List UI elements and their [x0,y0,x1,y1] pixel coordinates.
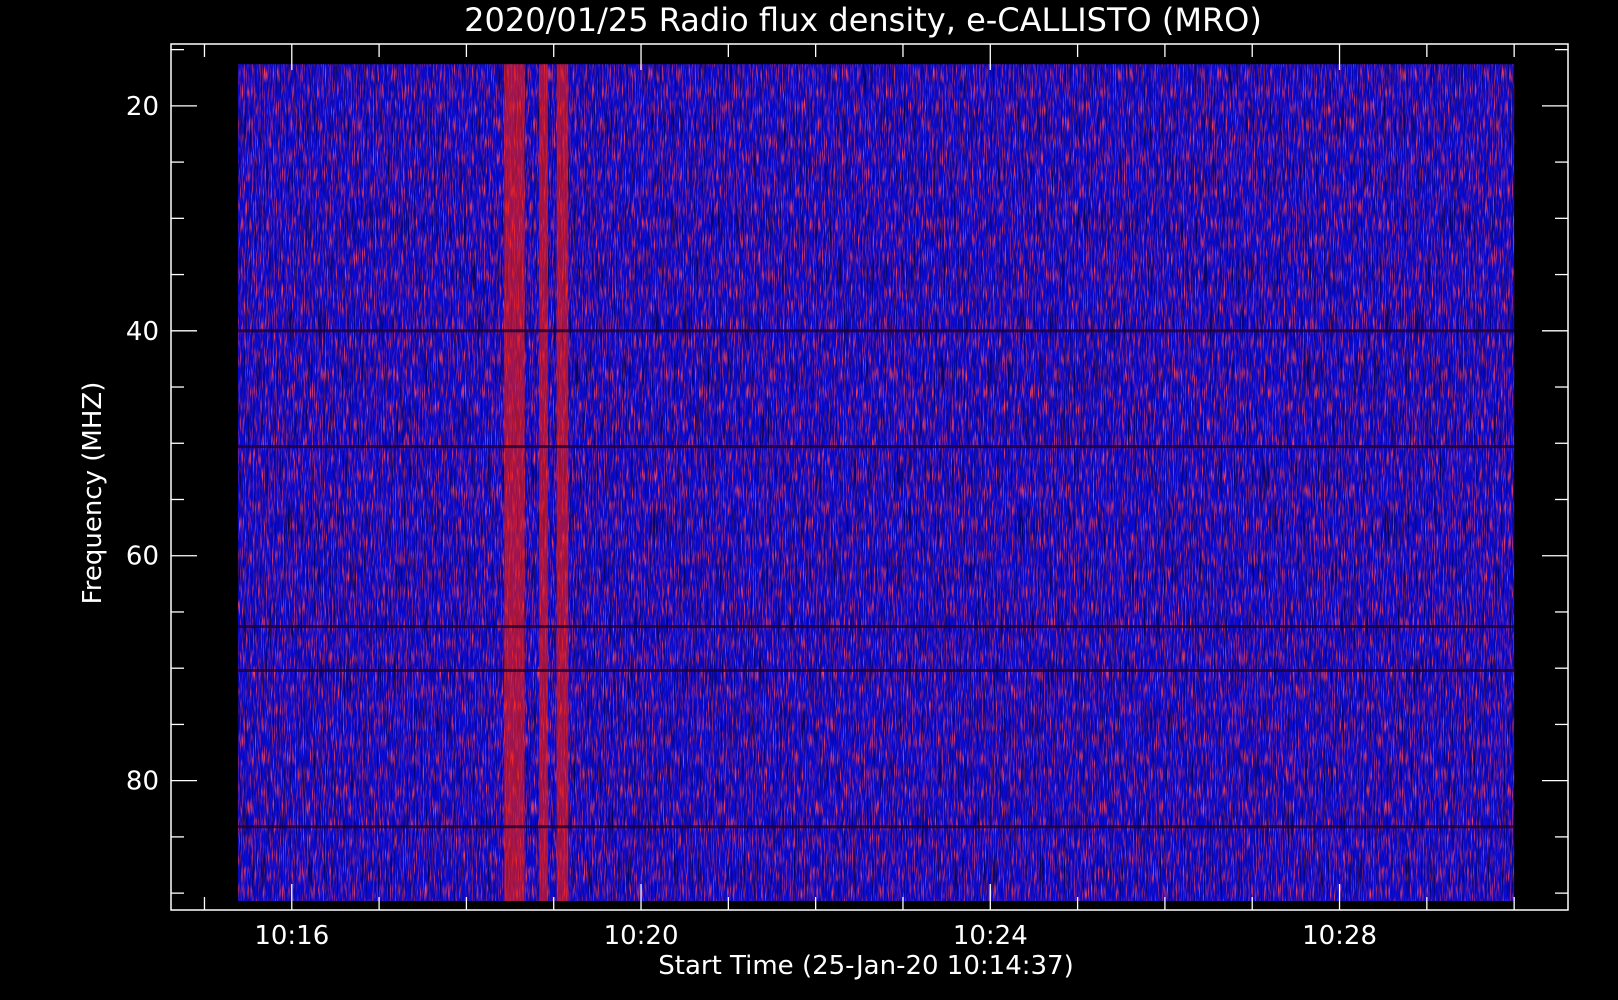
spectrogram-heatmap [237,64,1515,902]
rfi-line [237,329,1515,333]
plot-area: 20 40 60 80 10:16 10:20 10:24 10:28 [126,43,1569,951]
rfi-line [237,625,1515,629]
x-tick-label: 10:20 [604,921,679,951]
x-axis-label: Start Time (25-Jan-20 10:14:37) [658,951,1073,981]
y-tick-label: 80 [126,767,159,797]
chart-title: 2020/01/25 Radio flux density, e-CALLIST… [464,1,1262,39]
x-tick-label: 10:28 [1302,921,1377,951]
y-tick-label: 40 [126,317,159,347]
y-tick-label: 60 [126,542,159,572]
rfi-line [237,668,1515,672]
x-tick-label: 10:16 [254,921,329,951]
burst-band [539,64,548,902]
burst-band [504,64,525,902]
burst-band [556,64,569,902]
rfi-line [237,445,1515,449]
spectrogram-chart: 2020/01/25 Radio flux density, e-CALLIST… [78,1,1569,981]
x-tick-label: 10:24 [953,921,1028,951]
y-tick-label: 20 [126,92,159,122]
rfi-line [237,825,1515,829]
heatmap-noise-dark [237,64,1515,902]
y-axis-label: Frequency (MHZ) [78,382,108,605]
